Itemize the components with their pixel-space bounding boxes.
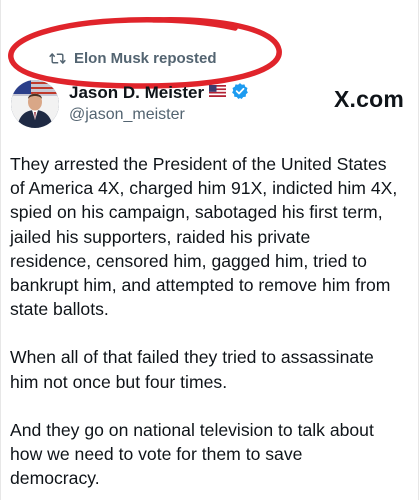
- avatar[interactable]: [11, 80, 59, 128]
- text-line: They arrested the President of the Unite…: [10, 154, 387, 174]
- repost-label: Elon Musk reposted: [74, 50, 217, 67]
- repost-indicator[interactable]: Elon Musk reposted: [49, 50, 217, 67]
- text-line: residence, censored him, gagged him, tri…: [10, 250, 367, 271]
- post-text: They arrested the President of the Unite…: [10, 152, 414, 500]
- repost-icon: [49, 51, 66, 66]
- display-name-row: Jason D. Meister: [69, 82, 249, 104]
- display-name[interactable]: Jason D. Meister: [69, 83, 204, 103]
- text-line: him not once but four times.: [10, 371, 228, 392]
- text-line: And they go on national television to ta…: [10, 419, 374, 440]
- author-handle[interactable]: @jason_meister: [69, 106, 249, 124]
- post-paragraph-3: And they go on national television to ta…: [10, 418, 414, 491]
- text-line: spied on his campaign, sabotaged his fir…: [10, 202, 383, 223]
- text-line: state ballots.: [10, 299, 109, 320]
- brand-label: X.com: [333, 86, 404, 112]
- author-names: Jason D. Meister @jason_meister: [69, 82, 249, 124]
- post-paragraph-2: When all of that failed they tried to as…: [10, 345, 414, 393]
- post-header: Jason D. Meister @jason_meister X.com: [11, 80, 410, 132]
- text-line: democracy.: [10, 468, 100, 489]
- text-line: jailed his supporters, raided his privat…: [10, 226, 311, 247]
- text-line: When all of that failed they tried to as…: [10, 347, 374, 368]
- verified-badge-icon: [231, 82, 249, 105]
- text-line: bankrupt him, and attempted to remove hi…: [10, 275, 391, 296]
- us-flag-icon: [209, 84, 227, 102]
- text-line: how we need to vote for them to save: [10, 444, 303, 465]
- text-line: of America 4X, charged him 91X, indicted…: [10, 178, 398, 199]
- post-paragraph-1: They arrested the President of the Unite…: [10, 152, 414, 321]
- post-screenshot: Elon Musk reposted Jason D. Meister @jas…: [0, 0, 419, 500]
